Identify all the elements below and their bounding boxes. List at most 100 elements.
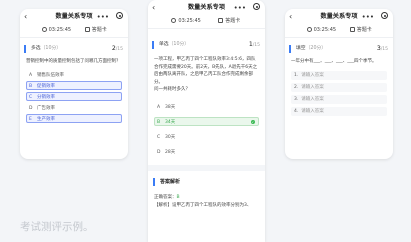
question-score: （10分） [40,46,62,51]
option-letter: C [157,134,161,140]
fill-blank-screen: ‹ 数量关系专项 ••• 03:25:45 答题卡 填空（20分） 3/15 一… [285,9,393,159]
question-type-label: 多选 [31,46,41,51]
clock-icon [41,26,47,32]
more-icon[interactable]: ••• [362,12,374,22]
option-b[interactable]: B 34天 ✓ [154,116,259,126]
option-c[interactable]: C 分销效率 [26,91,122,101]
more-icon[interactable]: ••• [234,3,246,13]
analysis-text: 【解析】设甲乙丙丁四个工程队的效率分别为3、 [154,203,252,208]
option-a[interactable]: A 38天 [154,102,259,111]
close-icon[interactable] [116,12,123,19]
blank-number: 4. [294,108,299,114]
analysis-section: 答案解析 正确答案：B 【解析】设甲乙丙丁四个工程队的效率分别为3、 [148,178,265,210]
progress-total: /15 [380,47,388,52]
answer-input-3[interactable]: 3. 请输入答案 [291,94,387,104]
clock-icon [306,26,312,32]
correct-answer-value: B [176,195,180,200]
blank-number: 3. [294,96,299,102]
single-choice-screen: ‹ 数量关系专项 ••• 03:25:45 答题卡 单选（10分） 1/15 一… [148,0,265,242]
timer: 03:25:45 [41,26,72,35]
option-text: 分销效率 [37,94,55,100]
option-letter: B [29,83,33,89]
blank-placeholder: 请输入答案 [301,108,324,114]
close-icon[interactable] [381,12,388,19]
timer: 03:25:45 [171,17,201,26]
progress-total: /15 [252,43,260,48]
question-line: 后由两队离开队，之后甲乙丙工队合作完成剩余部分。 [154,72,253,85]
check-icon: ✓ [250,119,255,124]
answer-sheet-label: 答题卡 [91,27,107,33]
option-letter: E [29,116,32,122]
question-type: 单选（10分） [152,41,189,49]
option-text: 生产效率 [37,116,55,122]
blank-number: 1. [294,72,299,78]
option-e[interactable]: E 生产效率 [26,113,122,123]
nav-bar: ‹ 数量关系专项 ••• [285,9,393,25]
blank-placeholder: 请输入答案 [301,96,324,102]
blank-placeholder: 请输入答案 [301,72,324,78]
option-letter: A [29,72,33,78]
question-score: （20分） [305,46,327,51]
option-letter: C [29,94,33,100]
option-text: 28天 [165,149,176,155]
answer-input-1[interactable]: 1. 请输入答案 [291,70,387,80]
option-letter: B [157,119,161,125]
option-letter: D [157,149,161,155]
caption: 考试测评示例。 [20,221,94,233]
question-type: 多选（10分） [24,45,61,53]
blank-placeholder: 请输入答案 [301,84,324,90]
question-progress: 2/15 [112,44,123,54]
timer-value: 03:25:45 [48,27,72,33]
page-title: 数量关系专项 [187,4,226,11]
question-line: 合作完成需要20天。前2天，B先队，A退先干6天之 [154,64,258,70]
correct-answer-label: 正确答案： [154,195,177,200]
timer-value: 03:25:45 [178,18,201,24]
question-score: （10分） [168,42,190,47]
answer-sheet-button[interactable]: 答题卡 [84,26,107,35]
answer-input-2[interactable]: 2. 请输入答案 [291,82,387,92]
timer-value: 03:25:45 [313,27,337,33]
answer-sheet-label: 答题卡 [225,18,241,24]
blank-number: 2. [294,84,299,90]
answer-sheet-label: 答题卡 [356,27,372,33]
question-line: 问一共耗时多久？ [154,87,190,92]
timer: 03:25:45 [306,26,337,35]
question-line: 一项工程，甲乙丙丁四个工程队效率3:4:5:6，四队 [154,57,256,62]
question-header: 单选（10分） 1/15 [148,39,265,52]
correct-answer-line: 正确答案：B [148,194,265,202]
nav-bar: ‹ 数量关系专项 ••• [20,9,128,25]
option-c[interactable]: C 30天 [154,132,259,141]
more-icon[interactable]: ••• [97,12,109,22]
timer-bar: 03:25:45 答题卡 [148,16,265,29]
option-text: 34天 [165,119,176,125]
option-letter: D [29,105,33,111]
question-progress: 3/15 [377,44,388,54]
timer-bar: 03:25:45 答题卡 [285,25,393,38]
close-icon[interactable] [253,3,260,10]
option-text: 促销效率 [37,83,55,89]
option-letter: A [157,104,161,110]
clock-icon [171,17,177,23]
option-a[interactable]: A 销售队伍效率 [26,70,122,79]
option-text: 广告效率 [37,105,55,111]
analysis-title: 答案解析 [153,178,260,186]
question-text: 一年分中有___、___、___、___四个季节。 [291,59,377,64]
option-b[interactable]: B 促销效率 [26,80,122,90]
answer-sheet-button[interactable]: 答题卡 [218,17,240,26]
question-text: 营销控制中的质量控制包括了问哪几方面控制？ [26,59,121,64]
option-text: 30天 [165,134,176,140]
page-title: 数量关系专项 [320,13,358,20]
question-header: 填空（20分） 3/15 [285,43,393,56]
option-d[interactable]: D 广告效率 [26,103,122,112]
answer-sheet-icon [349,26,355,32]
section-divider [148,165,265,171]
question-text: 一项工程，甲乙丙丁四个工程队效率3:4:5:6，四队 合作完成需要20天。前2天… [148,52,265,96]
answer-sheet-button[interactable]: 答题卡 [349,26,372,35]
question-progress: 1/15 [249,40,260,50]
option-d[interactable]: D 28天 [154,147,259,156]
question-type: 填空（20分） [289,45,326,53]
progress-total: /15 [115,47,123,52]
answer-sheet-icon [84,26,90,32]
answer-input-4[interactable]: 4. 请输入答案 [291,106,387,116]
nav-bar: ‹ 数量关系专项 ••• [148,0,265,16]
